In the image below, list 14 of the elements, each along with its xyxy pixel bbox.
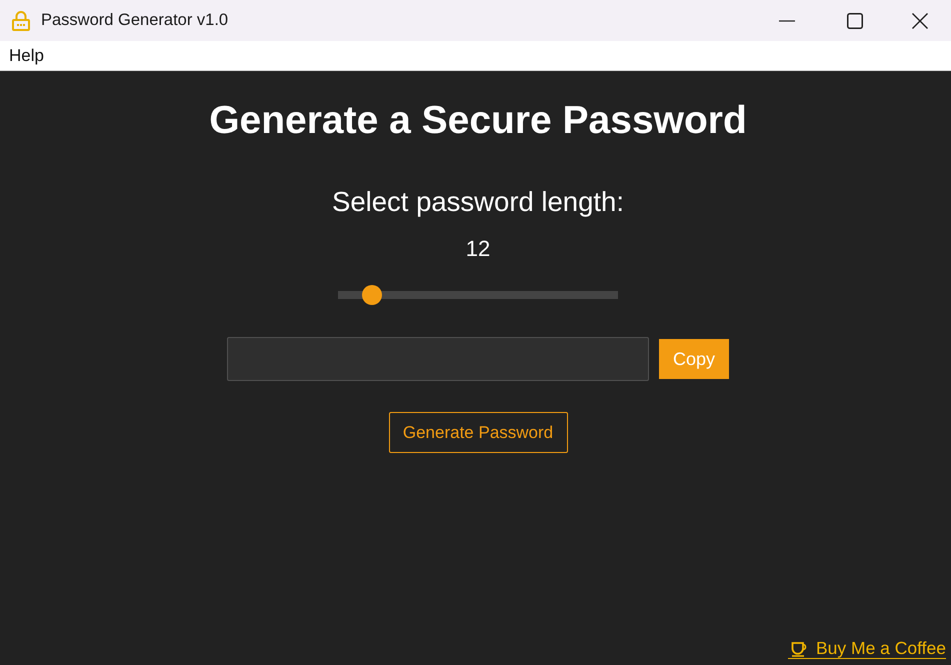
close-icon (912, 12, 928, 28)
coffee-cup-icon (790, 640, 808, 656)
padlock-icon (12, 10, 30, 30)
length-value: 12 (466, 236, 490, 262)
coffee-link[interactable]: Buy Me a Coffee (788, 638, 946, 659)
menu-item[interactable]: Help (9, 46, 44, 66)
maximize-icon (847, 12, 863, 28)
length-label: Select password length: (332, 186, 624, 218)
page-heading: Generate a Secure Password (209, 98, 747, 143)
generate-button[interactable]: Generate Password (388, 412, 568, 453)
password-field[interactable] (227, 337, 649, 381)
minimize-icon (779, 20, 795, 22)
window-title: Password Generator v1.0 (41, 11, 228, 30)
slider-thumb[interactable] (362, 285, 382, 305)
